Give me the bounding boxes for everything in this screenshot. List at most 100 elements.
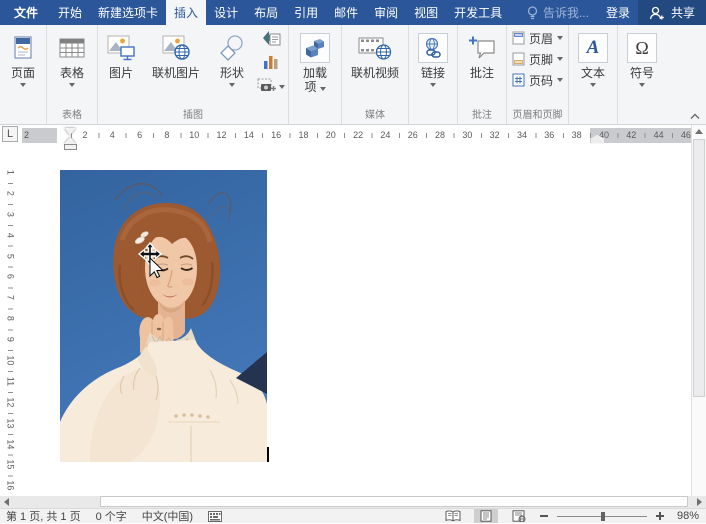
up-arrow-icon (695, 129, 703, 134)
tab-insert[interactable]: 插入 (166, 0, 207, 25)
table-icon (59, 38, 85, 58)
vertical-scrollbar[interactable] (691, 125, 706, 496)
ruler-number: 16 (0, 477, 21, 494)
dropdown-arrow-icon (20, 83, 26, 87)
first-line-indent-marker[interactable] (64, 128, 76, 135)
tab-references[interactable]: 引用 (286, 0, 326, 25)
move-cursor (137, 241, 164, 279)
picture-icon (107, 35, 135, 61)
header-footer-stack: 页眉 页脚 页码 (508, 26, 567, 92)
ruler-number: 42 (626, 130, 637, 140)
group-label-comments: 批注 (472, 110, 492, 121)
scroll-up-button[interactable] (692, 125, 706, 138)
header-button[interactable]: 页眉 (512, 29, 564, 47)
zoom-in-button[interactable] (656, 512, 664, 520)
titlebar-right-cluster: 告诉我... 登录 共享 (518, 0, 706, 25)
tab-review[interactable]: 审阅 (366, 0, 406, 25)
dropdown-arrow-icon (69, 83, 75, 87)
document-page[interactable]: 1 2 3 4 5 6 7 8 9 10 11 12 13 14 15 16 (0, 144, 706, 496)
tab-view[interactable]: 视图 (406, 0, 446, 25)
print-layout-button[interactable] (474, 509, 498, 523)
word-count[interactable]: 0 个字 (96, 508, 127, 524)
left-indent-marker[interactable] (63, 144, 77, 150)
person-plus-icon (649, 6, 664, 19)
horizontal-ruler[interactable]: 2 2 4 6 8 10 12 14 16 18 20 22 24 26 28 30 32 34 36 38 40 4… (22, 128, 691, 150)
group-label-illustrations: 插图 (183, 110, 203, 121)
addins-button[interactable]: 加载 项 (290, 26, 340, 94)
ruler-numbers: 2 4 6 8 10 12 14 16 18 20 22 24 26 28 30 32 34 36 38 (71, 128, 590, 143)
horizontal-scroll-thumb[interactable] (100, 496, 688, 507)
collapse-ribbon-button[interactable] (690, 113, 700, 120)
lightbulb-icon (527, 5, 538, 19)
page-number-label: 页码 (529, 73, 554, 88)
link-button[interactable]: 链接 (410, 26, 456, 87)
ruler-number: 13 (0, 415, 21, 432)
vertical-scroll-thumb[interactable] (693, 139, 705, 397)
addins-cube-icon (306, 39, 324, 58)
group-label-addins (290, 109, 340, 124)
right-arrow-icon (697, 498, 702, 506)
tab-file[interactable]: 文件 (2, 0, 50, 25)
tell-me-box[interactable]: 告诉我... (518, 0, 598, 25)
picture-button[interactable]: 图片 (99, 26, 143, 80)
ruler-number: 24 (380, 130, 391, 140)
print-layout-icon (480, 510, 492, 522)
smartart-button[interactable] (257, 29, 285, 49)
horizontal-scrollbar[interactable] (0, 496, 706, 508)
tab-layout[interactable]: 布局 (246, 0, 286, 25)
screenshot-icon (257, 78, 276, 91)
pages-button[interactable]: 页面 (1, 26, 45, 87)
page-number-button[interactable]: 页码 (512, 71, 564, 89)
tab-design[interactable]: 设计 (206, 0, 246, 25)
vertical-ruler[interactable]: 1 2 3 4 5 6 7 8 9 10 11 12 13 14 15 16 (0, 158, 21, 496)
read-mode-button[interactable] (441, 509, 465, 523)
table-button[interactable]: 表格 (48, 26, 96, 87)
header-label: 页眉 (529, 31, 554, 46)
tab-stop-selector[interactable]: L (2, 126, 18, 142)
page-icon (14, 36, 32, 59)
shapes-button[interactable]: 形状 (209, 26, 255, 87)
chart-button[interactable] (257, 52, 285, 72)
online-picture-label: 联机图片 (151, 66, 200, 80)
comment-button[interactable]: 批注 (459, 26, 505, 80)
tab-home[interactable]: 开始 (50, 0, 90, 25)
scroll-right-button[interactable] (693, 496, 706, 508)
text-a-icon: A (586, 37, 600, 58)
text-caret (267, 447, 269, 462)
ruler-number: 22 (353, 130, 364, 140)
ruler-number: 12 (0, 394, 21, 411)
sign-in-button[interactable]: 登录 (598, 0, 638, 25)
page-indicator[interactable]: 第 1 页, 共 1 页 (6, 508, 81, 524)
footer-button[interactable]: 页脚 (512, 50, 564, 68)
addins-iconbox (300, 33, 330, 63)
symbol-label: 符号 (630, 66, 655, 80)
scroll-left-button[interactable] (0, 496, 13, 508)
tab-developer[interactable]: 开发工具 (446, 0, 510, 25)
text-button[interactable]: A 文本 (570, 26, 616, 87)
zoom-level[interactable]: 98% (673, 510, 699, 522)
tell-me-label: 告诉我... (542, 6, 589, 20)
ruler-margin-number: 2 (24, 130, 30, 140)
left-arrow-icon (4, 498, 9, 506)
screenshot-button[interactable] (257, 75, 285, 95)
group-label-pages (1, 109, 45, 124)
language-indicator[interactable]: 中文(中国) (142, 508, 193, 524)
text-iconbox: A (578, 33, 609, 63)
zoom-slider[interactable] (557, 511, 647, 521)
online-picture-button[interactable]: 联机图片 (143, 26, 209, 80)
zoom-slider-thumb[interactable] (601, 511, 605, 521)
ruler-number: 34 (516, 130, 527, 140)
hanging-indent-marker[interactable] (64, 136, 76, 144)
ruler-text-area: 2 4 6 8 10 12 14 16 18 20 22 24 26 28 30 32 34 36 38 (57, 128, 590, 143)
document-photo[interactable] (60, 170, 267, 462)
symbol-button[interactable]: Ω 符号 (619, 26, 665, 87)
online-video-button[interactable]: 联机视频 (343, 26, 407, 80)
input-method-icon[interactable] (208, 510, 223, 522)
ruler-number: 18 (298, 130, 309, 140)
tab-mailings[interactable]: 邮件 (326, 0, 366, 25)
web-layout-button[interactable] (507, 509, 531, 523)
share-button[interactable]: 共享 (637, 0, 706, 25)
zoom-out-button[interactable] (540, 515, 548, 517)
tab-new-custom-tab[interactable]: 新建选项卡 (90, 0, 166, 25)
symbol-iconbox: Ω (627, 33, 658, 63)
